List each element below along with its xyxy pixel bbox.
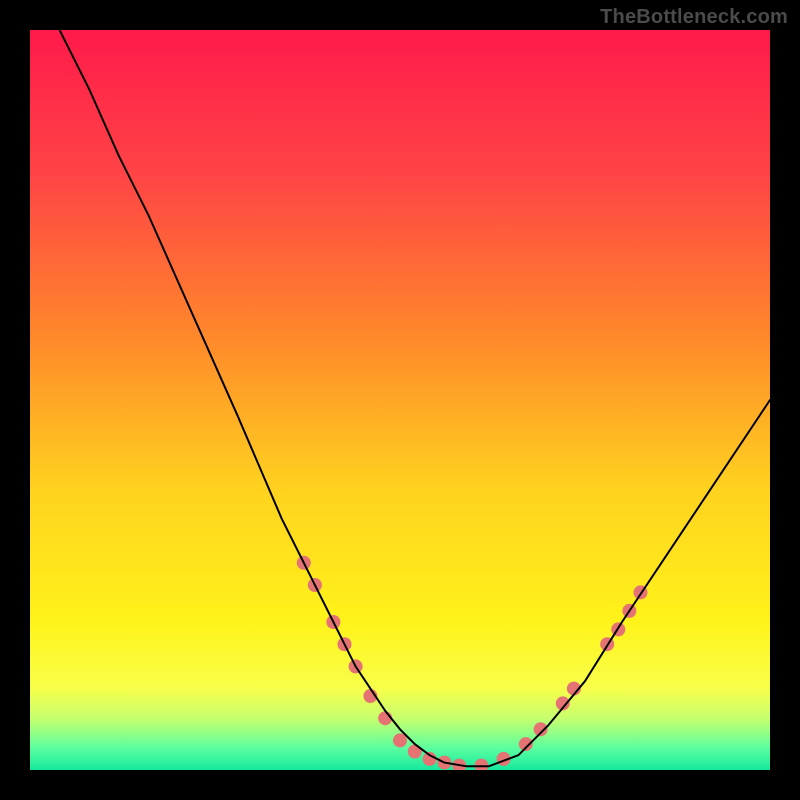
watermark-text: TheBottleneck.com (600, 6, 788, 29)
highlight-dots (297, 556, 648, 770)
chart-svg (30, 30, 770, 770)
plot-area (30, 30, 770, 770)
marker-dot (474, 759, 488, 770)
bottleneck-curve (60, 30, 770, 766)
chart-frame: TheBottleneck.com (0, 0, 800, 800)
